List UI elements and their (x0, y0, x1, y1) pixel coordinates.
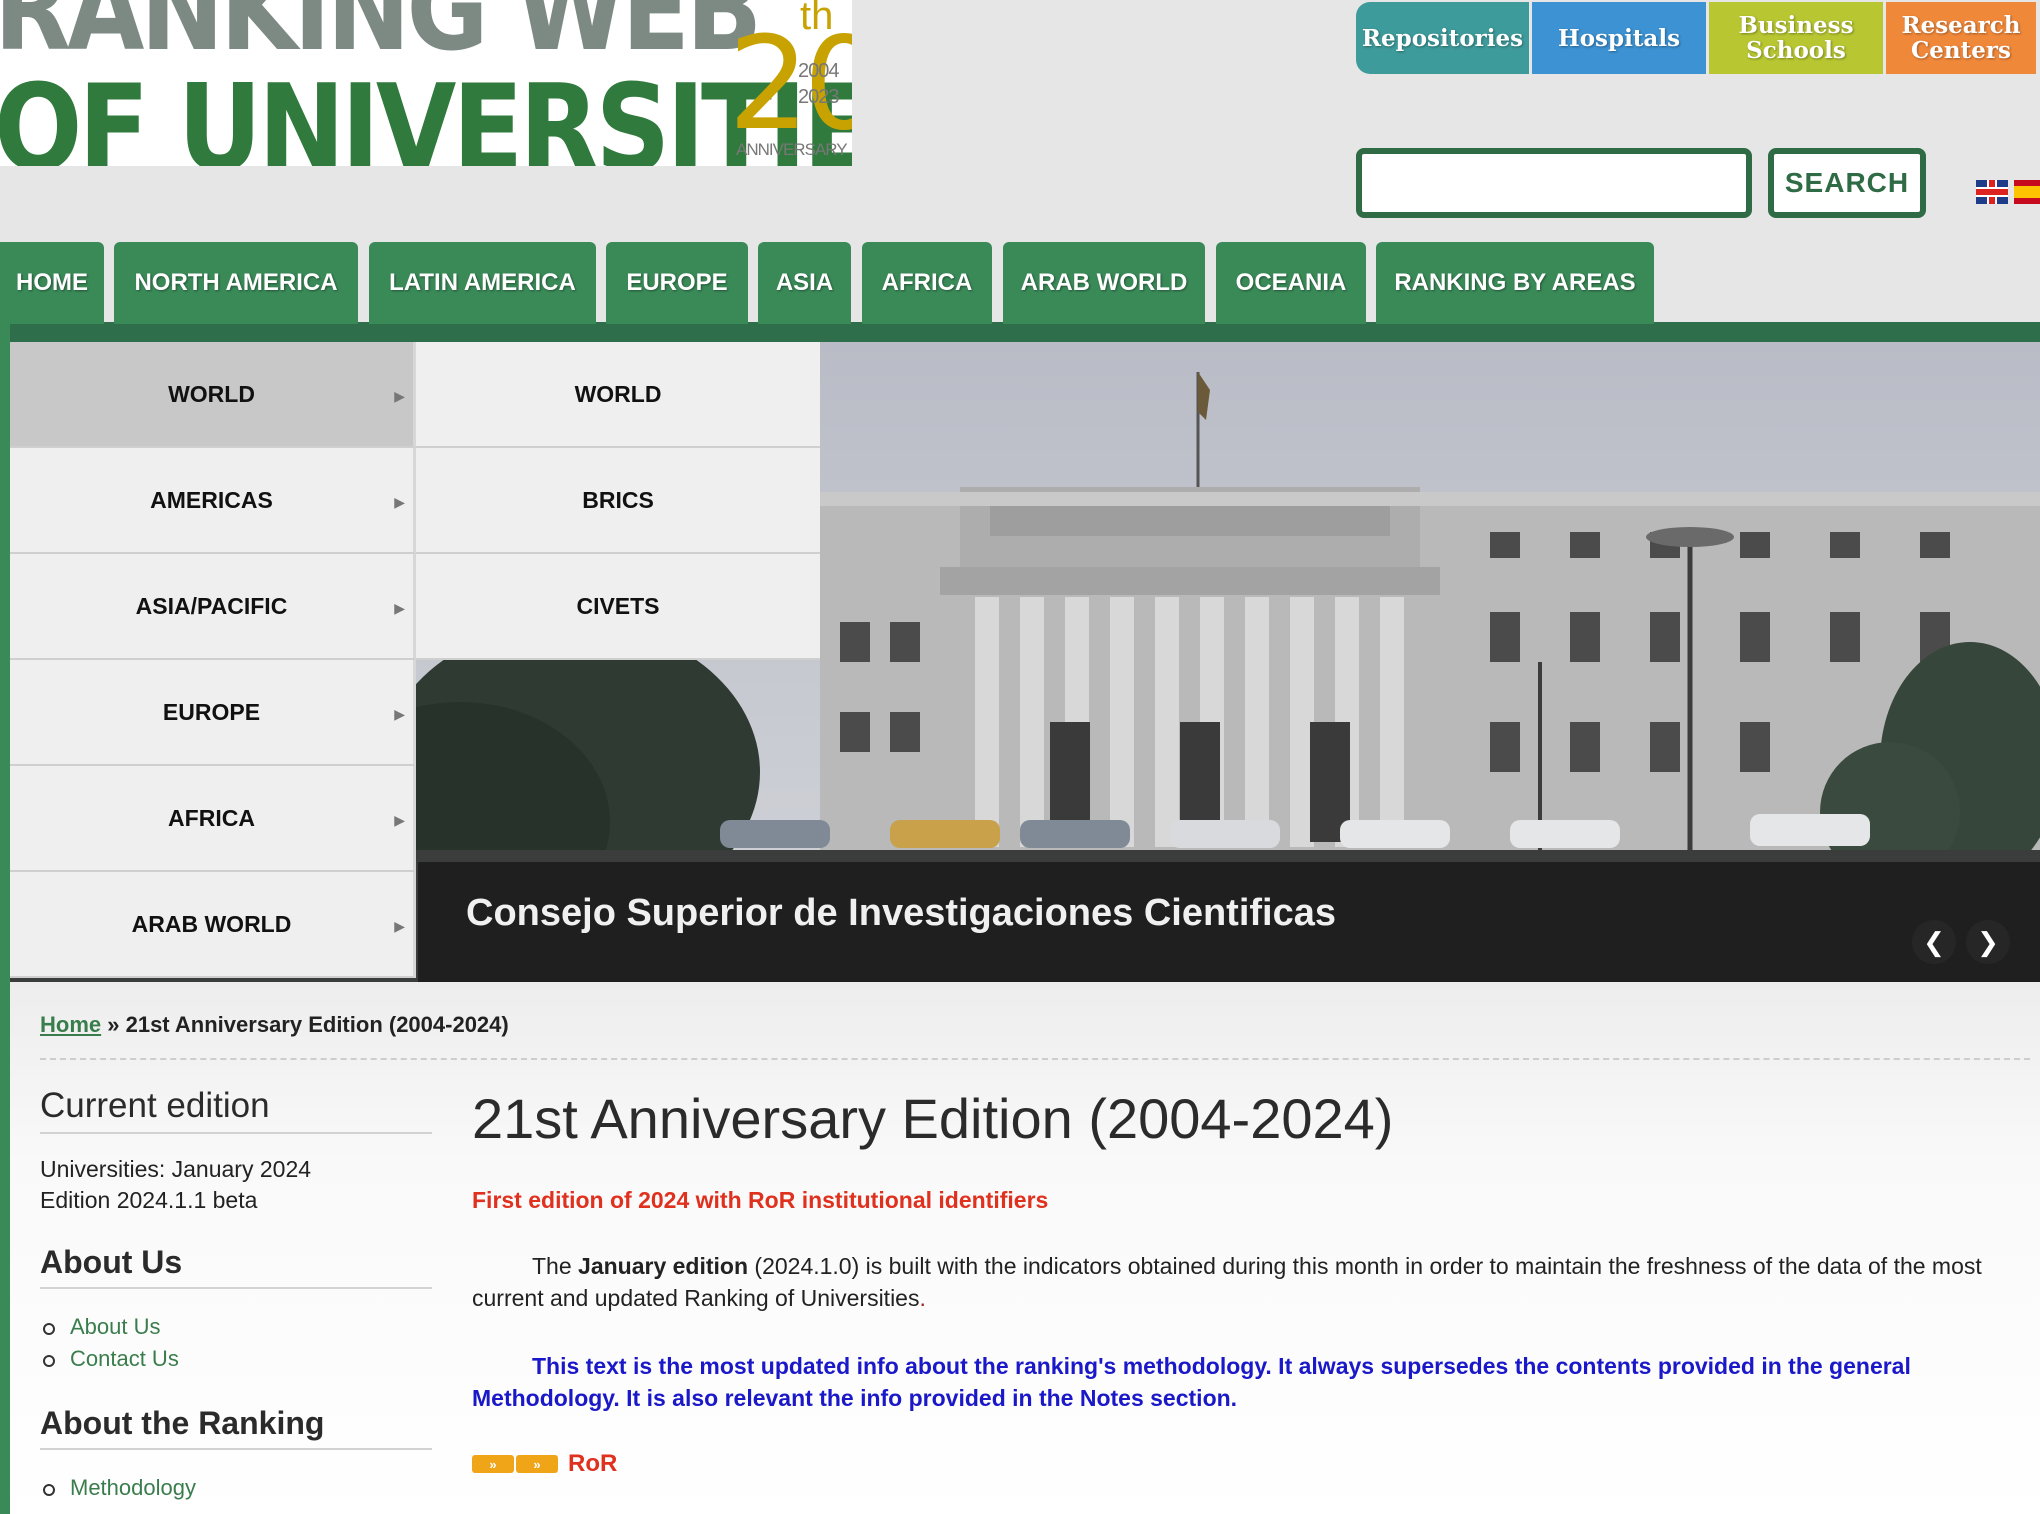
region-dropdown-menu: WORLD ▶ AMERICAS ▶ ASIA/PACIFIC ▶ EUROPE ▶ A… (10, 342, 416, 978)
nav-home[interactable]: HOME (0, 242, 104, 324)
business-schools-label-1: Business (1738, 12, 1854, 39)
menu-item-label: AFRICA (168, 804, 255, 831)
about-ranking-list: Methodology (40, 1472, 432, 1504)
submenu-item-civets[interactable]: CIVETS (416, 554, 820, 660)
article: 21st Anniversary Edition (2004-2024) Fir… (472, 1086, 1992, 1478)
nav-north-america[interactable]: NORTH AMERICA (114, 242, 358, 324)
slider-prev-icon[interactable]: ❮ (1912, 920, 1956, 964)
quick-links: Repositories Hospitals Business Schools … (1356, 2, 2036, 74)
breadcrumb: Home » 21st Anniversary Edition (2004-20… (40, 1012, 509, 1038)
page-left-border (0, 322, 10, 1514)
breadcrumb-home-link[interactable]: Home (40, 1012, 101, 1037)
contact-us-link[interactable]: Contact Us (40, 1343, 432, 1375)
research-centers-link[interactable]: Research Centers (1886, 2, 2036, 74)
hospitals-label: Hospitals (1557, 24, 1681, 52)
article-subtitle: First edition of 2024 with RoR instituti… (472, 1187, 1049, 1213)
current-edition-info: Universities: January 2024 Edition 2024.… (40, 1154, 432, 1216)
logo-anniversary-suffix: th (800, 0, 834, 38)
ror-section[interactable]: »» RoR (472, 1450, 1992, 1478)
sidebar: Current edition Universities: January 20… (40, 1086, 432, 1514)
p1-before: The (532, 1253, 579, 1279)
about-us-title: About Us (40, 1244, 432, 1289)
nav-oceania[interactable]: OCEANIA (1216, 242, 1366, 324)
submenu-item-brics[interactable]: BRICS (416, 448, 820, 554)
search-input[interactable] (1356, 148, 1752, 218)
p1-dot: . (919, 1285, 926, 1311)
double-arrow-icon: »» (472, 1455, 560, 1473)
world-submenu: WORLD BRICS CIVETS (416, 342, 820, 660)
menu-item-world[interactable]: WORLD ▶ (10, 342, 416, 448)
breadcrumb-separator: » (101, 1012, 126, 1037)
double-arrow-icon-part: » (516, 1455, 558, 1473)
current-edition-line2: Edition 2024.1.1 beta (40, 1187, 258, 1213)
hospitals-link[interactable]: Hospitals (1532, 2, 1706, 74)
nav-asia[interactable]: ASIA (758, 242, 851, 324)
site-logo[interactable]: RANKING WEB OF UNIVERSITIES 20 th 2004 2… (0, 0, 852, 166)
nav-europe[interactable]: EUROPE (606, 242, 748, 324)
menu-item-label: ASIA/PACIFIC (135, 592, 288, 619)
hero-caption-text: Consejo Superior de Investigaciones Cien… (466, 892, 1337, 934)
submenu-arrow-icon: ▶ (394, 812, 405, 828)
current-edition-title: Current edition (40, 1086, 432, 1134)
about-us-list: About Us Contact Us (40, 1311, 432, 1375)
research-centers-label-1: Research (1901, 12, 2021, 39)
nav-arab-world[interactable]: ARAB WORLD (1003, 242, 1205, 324)
about-us-link[interactable]: About Us (40, 1311, 432, 1343)
submenu-arrow-icon: ▶ (394, 918, 405, 934)
breadcrumb-current: 21st Anniversary Edition (2004-2024) (125, 1012, 509, 1037)
ror-label: RoR (568, 1450, 618, 1477)
hero-caption: Consejo Superior de Investigaciones Cien… (418, 862, 2040, 982)
search-button[interactable]: SEARCH (1768, 148, 1926, 218)
repositories-label: Repositories (1361, 24, 1524, 52)
menu-item-label: EUROPE (162, 698, 261, 725)
logo-year-end: 2023 (798, 86, 839, 108)
logo-year-start: 2004 (798, 60, 839, 82)
main-navigation: HOME NORTH AMERICA LATIN AMERICA EUROPE … (0, 242, 2040, 342)
submenu-arrow-icon: ▶ (394, 494, 405, 510)
nav-africa[interactable]: AFRICA (862, 242, 992, 324)
current-edition-line1: Universities: January 2024 (40, 1156, 312, 1182)
english-flag-icon[interactable] (1976, 180, 2008, 204)
edition-paragraph: The January edition (2024.1.0) is built … (472, 1250, 1992, 1314)
submenu-arrow-icon: ▶ (394, 706, 405, 722)
submenu-arrow-icon: ▶ (394, 388, 405, 404)
slider-next-icon[interactable]: ❯ (1966, 920, 2010, 964)
spanish-flag-icon[interactable] (2014, 180, 2040, 204)
logo-line2: OF UNIVERSITIES (0, 58, 852, 166)
nav-latin-america[interactable]: LATIN AMERICA (369, 242, 596, 324)
submenu-item-world[interactable]: WORLD (416, 342, 820, 448)
nav-underline-bar (0, 322, 2040, 342)
about-ranking-title: About the Ranking (40, 1405, 432, 1450)
nav-ranking-by-areas[interactable]: RANKING BY AREAS (1376, 242, 1654, 324)
menu-item-label: ARAB WORLD (131, 910, 292, 937)
methodology-link[interactable]: Methodology (40, 1472, 432, 1504)
menu-item-africa[interactable]: AFRICA ▶ (10, 766, 416, 872)
logo-anniversary-label: ANNIVERSARY (736, 140, 848, 159)
menu-item-asia-pacific[interactable]: ASIA/PACIFIC ▶ (10, 554, 416, 660)
double-arrow-icon-part: » (472, 1455, 514, 1473)
menu-item-label: WORLD (168, 380, 255, 407)
business-schools-link[interactable]: Business Schools (1709, 2, 1883, 74)
main-content: Home » 21st Anniversary Edition (2004-20… (10, 982, 2040, 1514)
repositories-link[interactable]: Repositories (1356, 2, 1529, 74)
menu-item-americas[interactable]: AMERICAS ▶ (10, 448, 416, 554)
business-schools-label-2: Schools (1746, 37, 1846, 64)
logo-anniversary-number: 20 (728, 10, 852, 159)
breadcrumb-divider (40, 1058, 2030, 1060)
page-title: 21st Anniversary Edition (2004-2024) (472, 1087, 1394, 1150)
p1-bold: January edition (578, 1253, 749, 1279)
menu-item-europe[interactable]: EUROPE ▶ (10, 660, 416, 766)
submenu-arrow-icon: ▶ (394, 600, 405, 616)
menu-item-label: AMERICAS (150, 486, 273, 513)
research-centers-label-2: Centers (1910, 37, 2011, 64)
menu-item-arab-world[interactable]: ARAB WORLD ▶ (10, 872, 416, 978)
methodology-paragraph: This text is the most updated info about… (472, 1353, 1911, 1411)
